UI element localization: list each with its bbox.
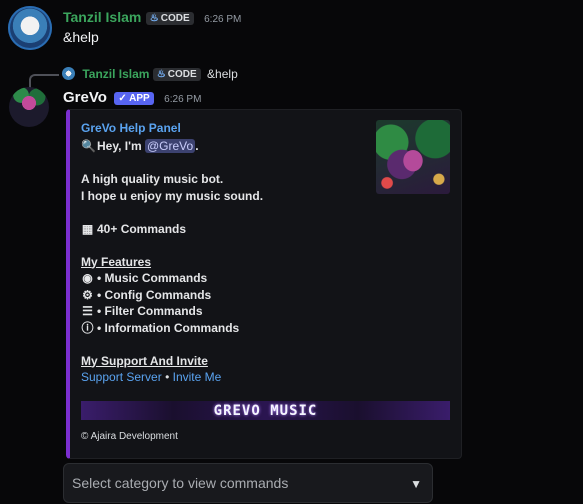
greeting-text: Hey, I'm <box>97 139 142 153</box>
tag-icon: ♨ <box>156 69 166 80</box>
features-heading: My Features <box>81 254 152 269</box>
bot-name[interactable]: GreVo <box>63 89 107 106</box>
timestamp: 6:26 PM <box>204 14 242 25</box>
help-embed: GreVo Help Panel 🔍Hey, I'm @GreVo. A hig… <box>66 109 462 459</box>
reply-author[interactable]: Tanzil Islam <box>82 67 149 81</box>
app-badge: ✓ APP <box>114 92 154 105</box>
music-icon: ◉ <box>82 271 93 285</box>
embed-thumbnail[interactable] <box>376 120 450 194</box>
message-header: Tanzil Islam ♨ CODE 6:26 PM <box>63 9 241 27</box>
feature-label: • Filter Commands <box>97 304 203 318</box>
gear-icon: ⚙ <box>82 287 93 302</box>
chevron-down-icon: ▼ <box>410 477 422 491</box>
tag-icon: ♨ <box>149 13 159 24</box>
user-avatar[interactable] <box>8 6 52 50</box>
reply-text: &help <box>207 67 238 81</box>
reply-server-tag: ♨ CODE <box>152 68 201 81</box>
author-name[interactable]: Tanzil Islam <box>63 9 141 25</box>
feature-config: ⚙ • Config Commands <box>81 287 263 304</box>
feature-label: • Config Commands <box>97 287 212 302</box>
message-user: Tanzil Islam ♨ CODE 6:26 PM &help <box>0 0 583 60</box>
greeting-line: 🔍Hey, I'm @GreVo. <box>81 138 263 155</box>
support-server-link[interactable]: Support Server <box>81 370 162 384</box>
embed-title: GreVo Help Panel <box>81 121 181 135</box>
commands-count: 40+ Commands <box>97 221 187 236</box>
tag-label: CODE <box>167 69 197 80</box>
intro-line-2: I hope u enjoy my music sound. <box>81 188 264 203</box>
keyboard-icon: ▦ <box>81 221 94 236</box>
feature-filter: ☰ • Filter Commands <box>81 303 263 320</box>
reply-avatar <box>62 67 75 80</box>
info-icon: ⓘ <box>81 320 94 335</box>
feature-information: ⓘ • Information Commands <box>81 320 263 337</box>
feature-label: • Information Commands <box>97 320 240 335</box>
server-tag[interactable]: ♨ CODE <box>145 12 194 25</box>
embed-banner-image[interactable]: GREVO MUSIC <box>81 401 450 420</box>
greeting-end: . <box>195 139 199 153</box>
banner-text: GREVO MUSIC <box>213 403 318 419</box>
intro-line-1: A high quality music bot. <box>81 172 224 186</box>
magnifier-icon: 🔍 <box>81 139 96 153</box>
bot-mention[interactable]: @GreVo <box>145 139 196 153</box>
support-heading: My Support And Invite <box>81 353 208 368</box>
feature-music: ◉ • Music Commands <box>81 270 263 287</box>
category-select[interactable]: Select category to view commands ▼ <box>63 463 433 503</box>
invite-link[interactable]: Invite Me <box>173 370 222 384</box>
timestamp: 6:26 PM <box>164 94 202 105</box>
embed-footer: © Ajaira Development <box>81 431 178 442</box>
select-placeholder: Select category to view commands <box>72 475 289 491</box>
tag-label: CODE <box>160 13 190 24</box>
feature-label: • Music Commands <box>97 271 208 285</box>
bot-message-header: GreVo ✓ APP 6:26 PM <box>63 89 201 107</box>
reply-reference[interactable]: Tanzil Islam ♨ CODE &help <box>62 67 238 81</box>
embed-description: 🔍Hey, I'm @GreVo. A high quality music b… <box>81 138 263 386</box>
link-separator: • <box>165 370 170 384</box>
message-text: &help <box>63 29 99 45</box>
commands-count-line: ▦ 40+ Commands <box>81 221 263 238</box>
bot-avatar[interactable] <box>9 87 49 127</box>
links-line: Support Server • Invite Me <box>81 369 263 386</box>
sliders-icon: ☰ <box>82 304 93 318</box>
